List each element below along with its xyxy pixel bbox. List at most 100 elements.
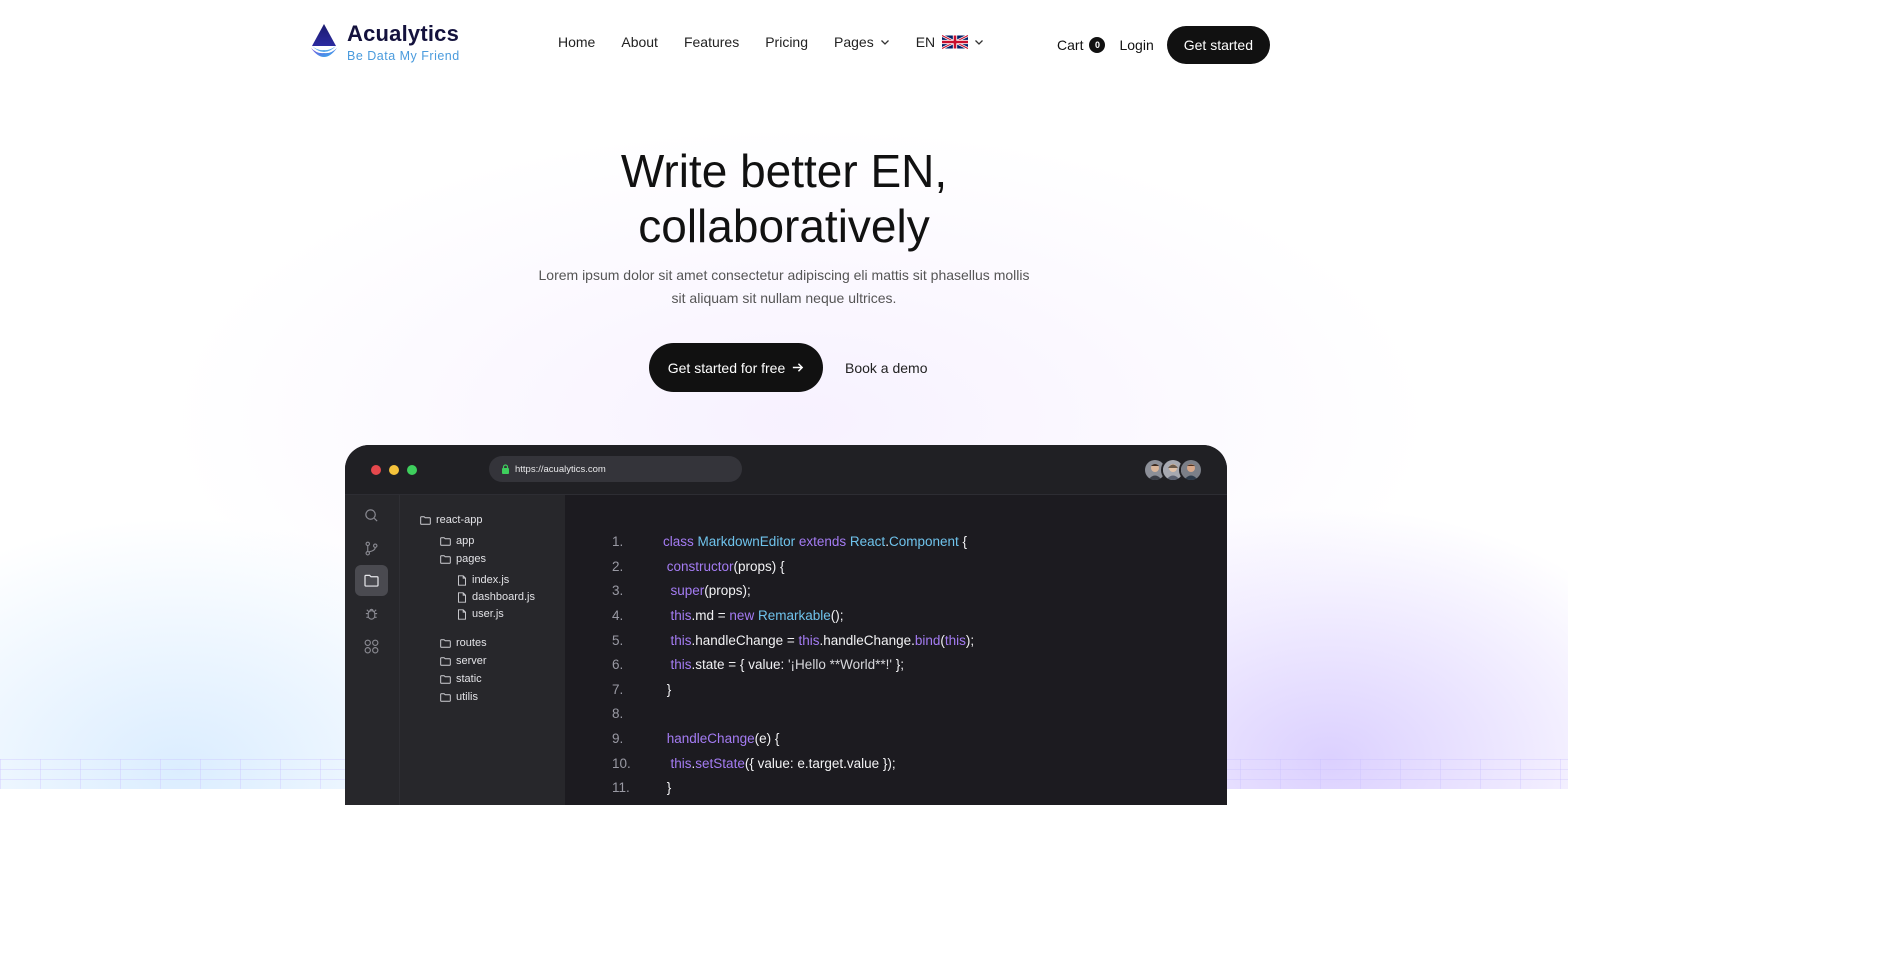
- get-started-button[interactable]: Get started: [1166, 26, 1270, 64]
- nav-pricing[interactable]: Pricing: [765, 34, 808, 50]
- logo-drop-icon: [311, 24, 337, 57]
- folder-icon: [440, 554, 451, 564]
- code-editor[interactable]: 1. class MarkdownEditor extends React.Co…: [565, 495, 1227, 805]
- code-text: super(props);: [670, 582, 751, 598]
- tree-label: pages: [456, 553, 486, 565]
- line-number: 2.: [612, 558, 624, 574]
- get-started-free-button[interactable]: Get started for free: [649, 343, 823, 392]
- collaborator-avatars: [1143, 458, 1203, 482]
- nav-home[interactable]: Home: [558, 34, 595, 50]
- tree-label: routes: [456, 637, 487, 649]
- search-icon[interactable]: [355, 500, 388, 531]
- tree-file-index[interactable]: index.js: [457, 574, 509, 586]
- nav-language-label: EN: [915, 34, 936, 50]
- folder-icon: [420, 515, 431, 525]
- chevron-down-icon: [975, 40, 984, 45]
- code-text: this.md = new Remarkable();: [670, 607, 844, 623]
- nav-about[interactable]: About: [621, 34, 658, 50]
- code-text: }: [663, 779, 672, 795]
- line-number: 6.: [612, 656, 624, 672]
- logo-title: Acualytics: [347, 21, 460, 47]
- cart-link[interactable]: Cart 0: [1057, 37, 1106, 53]
- logo[interactable]: Acualytics Be Data My Friend: [309, 22, 460, 64]
- code-text: this.setState({ value: e.target.value })…: [670, 755, 896, 771]
- nav-pricing-label: Pricing: [765, 34, 808, 50]
- tree-label: index.js: [472, 574, 510, 586]
- maximize-dot: [407, 465, 417, 475]
- header-actions: Cart 0 Login Get started: [1057, 26, 1270, 64]
- login-link[interactable]: Login: [1119, 37, 1153, 53]
- window-controls: [371, 465, 417, 475]
- line-number: 11.: [612, 779, 630, 795]
- tree-file-dashboard[interactable]: dashboard.js: [457, 591, 535, 603]
- hero-title-line-1: Write better EN,: [620, 145, 948, 197]
- book-demo-link[interactable]: Book a demo: [845, 360, 928, 376]
- line-number: 10.: [612, 755, 631, 771]
- folder-icon: [440, 656, 451, 666]
- logo-tagline: Be Data My Friend: [347, 49, 460, 64]
- code-text: constructor(props) {: [666, 558, 785, 574]
- tree-folder-react-app[interactable]: react-app: [420, 514, 482, 526]
- url-text: https://acualytics.com: [515, 463, 606, 475]
- line-number: 3.: [612, 582, 624, 598]
- nav-features[interactable]: Features: [684, 34, 739, 50]
- code-text: class MarkdownEditor extends React.Compo…: [663, 533, 968, 549]
- avatar[interactable]: [1179, 458, 1203, 482]
- folder-icon: [440, 692, 451, 702]
- code-text: this.state = { value: '¡Hello **World**!…: [670, 656, 904, 672]
- tree-folder-static[interactable]: static: [440, 673, 482, 685]
- line-number: 5.: [612, 632, 624, 648]
- chevron-down-icon: [880, 40, 889, 45]
- hero-cta-row: Get started for free Book a demo: [649, 343, 928, 392]
- file-icon: [457, 574, 467, 586]
- tree-folder-routes[interactable]: routes: [440, 637, 487, 649]
- uk-flag-icon: [942, 35, 969, 49]
- nav-pages-label: Pages: [834, 34, 874, 50]
- folder-icon: [440, 674, 451, 684]
- tree-folder-server[interactable]: server: [440, 655, 487, 667]
- code-text: }: [663, 681, 672, 697]
- close-dot: [371, 465, 381, 475]
- line-number: 1.: [612, 533, 624, 549]
- tree-file-user[interactable]: user.js: [457, 608, 504, 620]
- tree-label: app: [456, 535, 475, 547]
- folder-icon[interactable]: [355, 565, 388, 596]
- site-header: Acualytics Be Data My Friend Home About …: [0, 0, 1568, 88]
- extensions-icon[interactable]: [355, 631, 388, 662]
- file-explorer: react-app app pages index.js dashboard.j…: [400, 495, 565, 805]
- hero-title: Write better EN, collaboratively: [0, 144, 1568, 254]
- tree-label: react-app: [436, 514, 483, 526]
- nav-language-dropdown[interactable]: EN: [916, 34, 984, 50]
- editor-titlebar: https://acualytics.com: [345, 445, 1227, 495]
- nav-pages-dropdown[interactable]: Pages: [834, 34, 890, 50]
- tree-folder-utilis[interactable]: utilis: [440, 691, 478, 703]
- code-text: handleChange(e) {: [666, 730, 780, 746]
- nav-about-label: About: [621, 34, 658, 50]
- bug-icon[interactable]: [355, 598, 388, 629]
- hero-title-line-2: collaboratively: [638, 200, 930, 252]
- code-text: this.handleChange = this.handleChange.bi…: [670, 632, 975, 648]
- tree-label: static: [456, 673, 482, 685]
- tree-folder-pages[interactable]: pages: [440, 553, 486, 565]
- tree-folder-app[interactable]: app: [440, 535, 474, 547]
- folder-icon: [440, 536, 451, 546]
- folder-icon: [440, 638, 451, 648]
- nav-home-label: Home: [558, 34, 596, 50]
- minimize-dot: [389, 465, 399, 475]
- hero-subtitle-line-2: sit aliquam sit nullam neque ultrices.: [671, 290, 897, 306]
- file-icon: [457, 591, 467, 603]
- tree-label: dashboard.js: [472, 591, 535, 603]
- cart-label: Cart: [1057, 37, 1084, 53]
- tree-label: user.js: [472, 608, 504, 620]
- line-number: 8.: [612, 705, 624, 721]
- hero-subtitle-line-1: Lorem ipsum dolor sit amet consectetur a…: [538, 267, 1030, 283]
- tree-label: server: [456, 655, 487, 667]
- editor-window-mockup: https://acualytics.com react-app app pag…: [345, 445, 1227, 805]
- git-branch-icon[interactable]: [355, 533, 388, 564]
- line-number: 7.: [612, 681, 624, 697]
- url-bar[interactable]: https://acualytics.com: [489, 456, 742, 482]
- file-icon: [457, 608, 467, 620]
- tree-label: utilis: [456, 691, 479, 703]
- main-nav: Home About Features Pricing Pages EN: [558, 34, 1010, 50]
- line-number: 4.: [612, 607, 624, 623]
